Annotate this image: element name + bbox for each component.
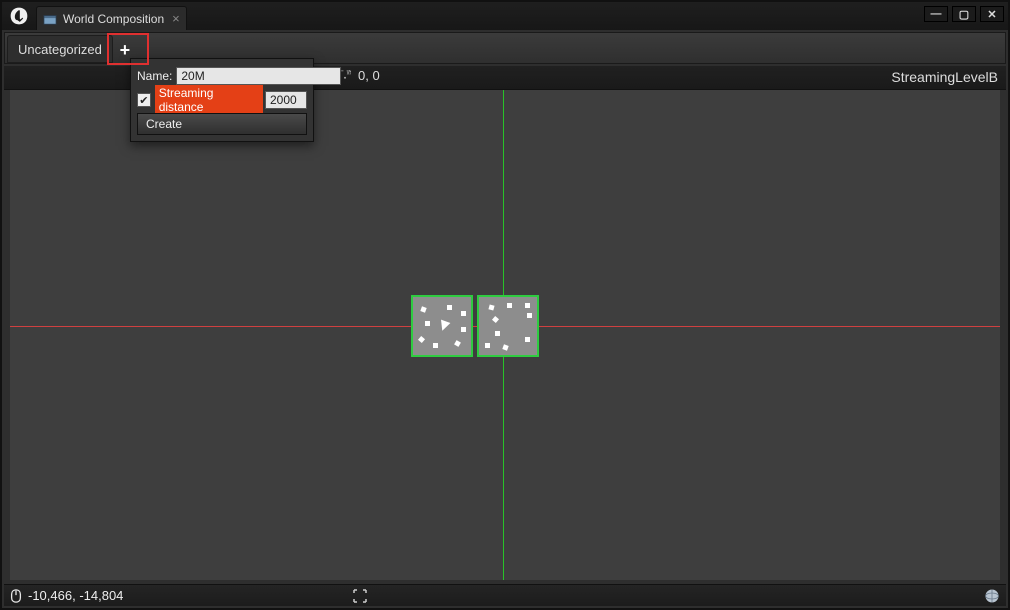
mouse-coords-text: -10,466, -14,804 — [28, 588, 123, 603]
globe-icon[interactable] — [984, 588, 1000, 604]
actor-marker — [461, 327, 466, 332]
close-button[interactable]: ✕ — [980, 6, 1004, 22]
name-field-label: Name: — [137, 69, 172, 83]
actor-marker — [420, 306, 426, 312]
tab-label: World Composition — [63, 12, 164, 26]
window-buttons: — ▢ ✕ — [924, 6, 1004, 22]
titlebar: World Composition × — ▢ ✕ — [2, 2, 1008, 30]
status-bar: -10,466, -14,804 — [4, 584, 1006, 606]
actor-marker — [507, 303, 512, 308]
actor-marker — [525, 303, 530, 308]
mouse-icon — [10, 589, 22, 603]
actor-marker — [461, 311, 466, 316]
actor-marker — [433, 343, 438, 348]
mouse-coords-readout: -10,466, -14,804 — [4, 588, 123, 603]
actor-marker — [525, 337, 530, 342]
actor-marker — [502, 344, 508, 350]
level-tile-a[interactable] — [411, 295, 473, 357]
actor-marker — [454, 340, 461, 347]
world-composition-icon — [43, 12, 57, 26]
actor-marker — [488, 304, 494, 310]
actor-marker — [418, 336, 425, 343]
tab-world-composition[interactable]: World Composition × — [36, 6, 187, 30]
plus-icon: + — [120, 40, 131, 61]
world-viewport[interactable] — [10, 90, 1000, 580]
layer-tab-uncategorized[interactable]: Uncategorized — [7, 35, 113, 63]
minimize-button[interactable]: — — [924, 6, 948, 22]
level-tile-b[interactable] — [477, 295, 539, 357]
maximize-button[interactable]: ▢ — [952, 6, 976, 22]
streaming-distance-input[interactable] — [265, 91, 307, 109]
actor-marker — [527, 313, 532, 318]
origin-indicator: x 0, 0 — [338, 68, 380, 83]
actor-marker — [495, 331, 500, 336]
streaming-distance-checkbox[interactable]: ✔ — [137, 93, 151, 107]
streaming-distance-label: Streaming distance — [155, 85, 263, 115]
actor-marker — [485, 343, 490, 348]
origin-coords: 0, 0 — [358, 68, 380, 83]
actor-marker — [492, 316, 499, 323]
player-arrow-icon — [438, 320, 451, 333]
selection-bounds-icon[interactable] — [352, 588, 368, 604]
close-icon[interactable]: × — [172, 11, 180, 26]
svg-text:x: x — [347, 70, 350, 76]
create-button[interactable]: Create — [137, 113, 307, 135]
new-layer-popup: Name: ✔ Streaming distance Create — [130, 58, 314, 142]
name-input[interactable] — [176, 67, 341, 85]
ue-logo-icon — [2, 2, 36, 30]
actor-marker — [447, 305, 452, 310]
layer-tab-label: Uncategorized — [18, 42, 102, 57]
window-root: World Composition × — ▢ ✕ Uncategorized … — [0, 0, 1010, 610]
actor-marker — [425, 321, 430, 326]
selected-level-label: StreamingLevelB — [891, 69, 998, 85]
